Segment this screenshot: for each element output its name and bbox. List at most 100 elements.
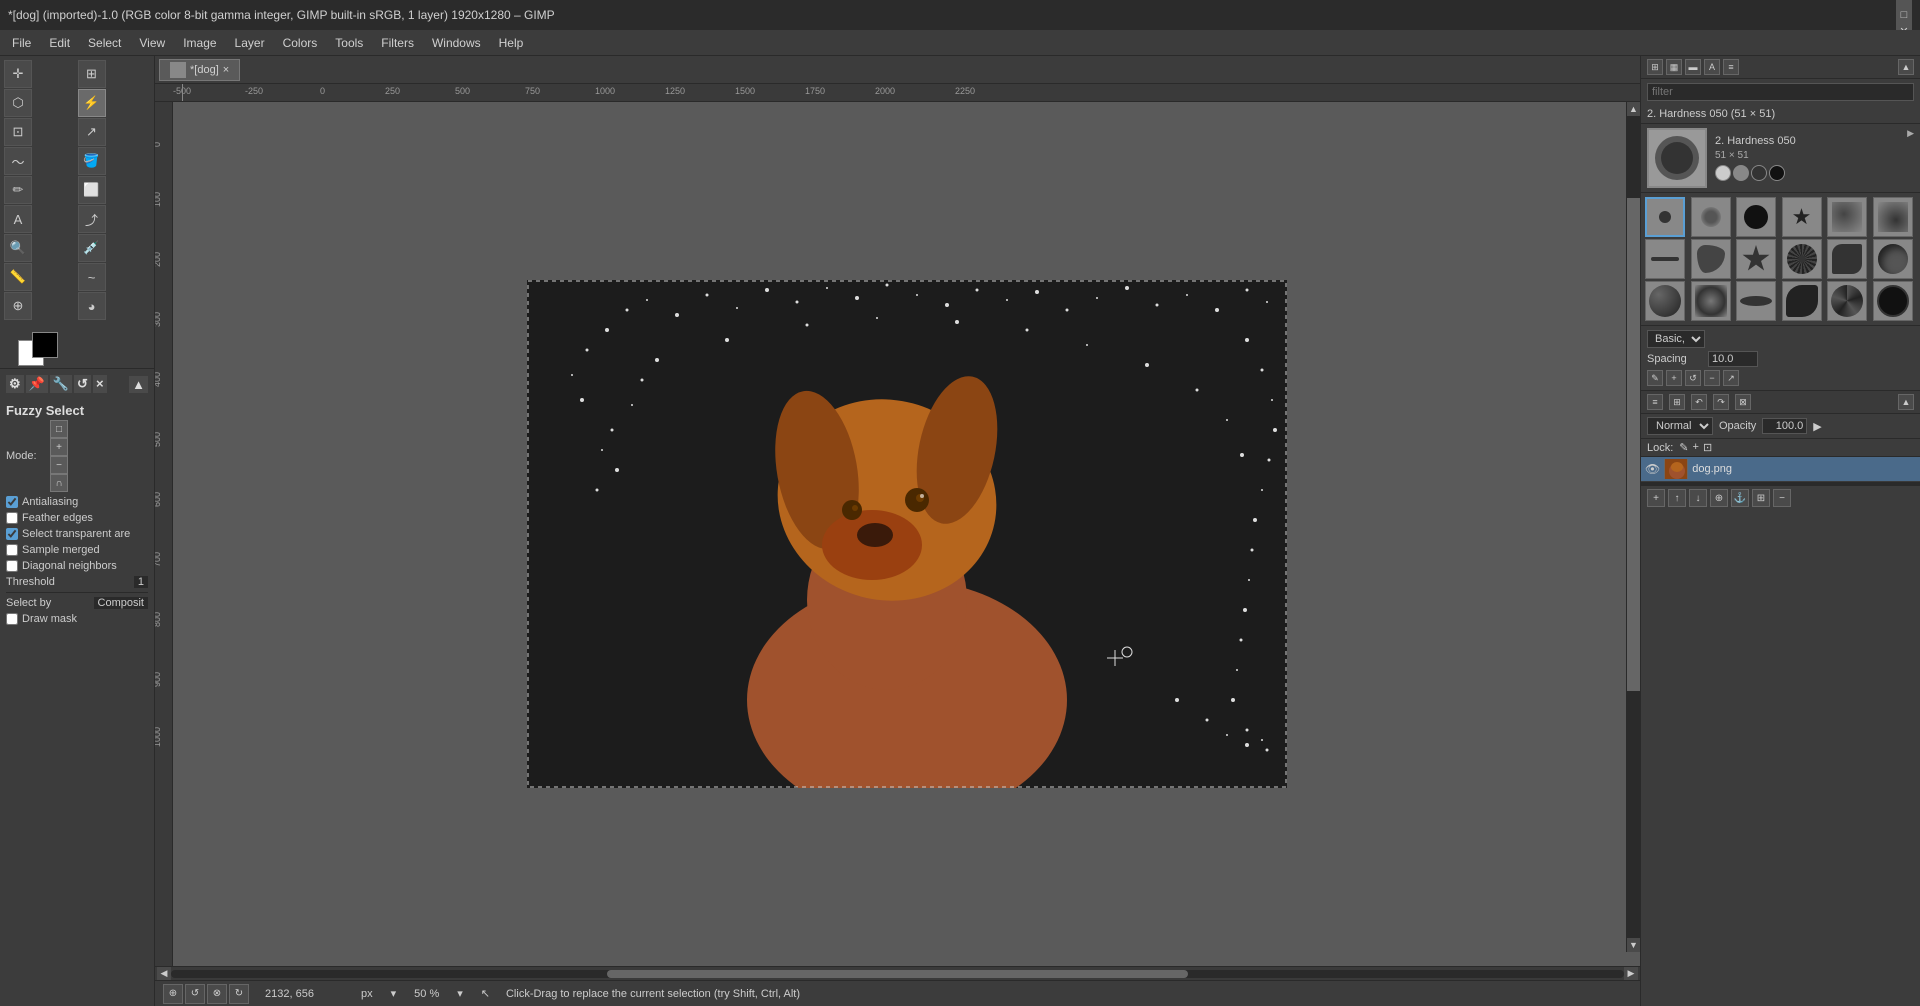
- opacity-input[interactable]: [1762, 418, 1807, 434]
- menu-help[interactable]: Help: [491, 34, 532, 52]
- tool-options-icon-3[interactable]: 🔧: [50, 375, 72, 393]
- layers-icon-1[interactable]: ≡: [1647, 394, 1663, 410]
- mode-intersect-button[interactable]: ∩: [50, 474, 68, 492]
- sample-merged-checkbox[interactable]: [6, 544, 18, 556]
- scrollbar-thumb-horizontal[interactable]: [607, 970, 1188, 978]
- brush-mini-4[interactable]: [1769, 165, 1785, 181]
- status-unit-dropdown[interactable]: ▾: [389, 987, 399, 1000]
- foreground-color-swatch[interactable]: [32, 332, 58, 358]
- menu-layer[interactable]: Layer: [227, 34, 273, 52]
- menu-filters[interactable]: Filters: [373, 34, 422, 52]
- brush-cell-1[interactable]: [1645, 197, 1685, 237]
- select-transparent-checkbox[interactable]: [6, 528, 18, 540]
- scroll-down-button[interactable]: ▼: [1627, 938, 1641, 952]
- dog-canvas-visual[interactable]: [527, 280, 1287, 788]
- raise-layer-button[interactable]: ↑: [1668, 489, 1686, 507]
- brush-preview-expand[interactable]: ▶: [1907, 128, 1914, 139]
- brush-cell-11[interactable]: [1827, 239, 1867, 279]
- brush-cell-15[interactable]: [1736, 281, 1776, 321]
- menu-tools[interactable]: Tools: [327, 34, 371, 52]
- fuzzy-select-tool[interactable]: ⚡: [78, 89, 106, 117]
- duplicate-layer-button[interactable]: ⊕: [1710, 489, 1728, 507]
- brush-cell-8[interactable]: [1691, 239, 1731, 279]
- brush-cell-10[interactable]: [1782, 239, 1822, 279]
- scroll-up-button[interactable]: ▲: [1627, 102, 1641, 116]
- scrollbar-track-vertical[interactable]: [1627, 116, 1640, 938]
- brush-cell-18[interactable]: [1873, 281, 1913, 321]
- move-tool[interactable]: ✛: [4, 60, 32, 88]
- status-nav-4[interactable]: ↻: [229, 984, 249, 1004]
- layers-mode-select[interactable]: Normal: [1647, 417, 1713, 435]
- zoom-tool[interactable]: 🔍: [4, 234, 32, 262]
- status-nav-3[interactable]: ⊗: [207, 984, 227, 1004]
- warp-tool[interactable]: 〜: [4, 147, 32, 175]
- lock-pixels-icon[interactable]: ✎: [1679, 441, 1688, 454]
- opacity-expand-icon[interactable]: ▶: [1813, 420, 1821, 433]
- smudge-tool[interactable]: ~: [78, 263, 106, 291]
- transform-tool[interactable]: ↗: [78, 118, 106, 146]
- eraser-tool[interactable]: ⬜: [78, 176, 106, 204]
- brush-cell-2[interactable]: [1691, 197, 1731, 237]
- antialiasing-checkbox[interactable]: [6, 496, 18, 508]
- anchor-layer-button[interactable]: ⚓: [1731, 489, 1749, 507]
- scroll-left-button[interactable]: ◀: [157, 967, 171, 981]
- lock-position-icon[interactable]: +: [1693, 441, 1699, 454]
- tab-close-icon[interactable]: ×: [223, 64, 229, 76]
- menu-select[interactable]: Select: [80, 34, 129, 52]
- panel-icon-settings[interactable]: ≡: [1723, 59, 1739, 75]
- scrollbar-horizontal[interactable]: ◀ ▶: [155, 966, 1640, 980]
- panel-collapse-button[interactable]: ▲: [1898, 59, 1914, 75]
- layers-icon-3[interactable]: ↶: [1691, 394, 1707, 410]
- tool-options-icon-2[interactable]: 📌: [26, 375, 48, 393]
- mode-subtract-button[interactable]: −: [50, 456, 68, 474]
- bucket-fill-tool[interactable]: 🪣: [78, 147, 106, 175]
- layer-visibility-toggle[interactable]: 👁: [1645, 462, 1660, 476]
- brush-cell-14[interactable]: [1691, 281, 1731, 321]
- lower-layer-button[interactable]: ↓: [1689, 489, 1707, 507]
- tool-options-icon-5[interactable]: ×: [93, 375, 107, 393]
- brush-basic-dropdown[interactable]: Basic,: [1647, 330, 1705, 348]
- panel-icon-patterns[interactable]: ▦: [1666, 59, 1682, 75]
- status-nav-1[interactable]: ⊕: [163, 984, 183, 1004]
- menu-view[interactable]: View: [131, 34, 173, 52]
- zoom-dropdown[interactable]: ▾: [455, 987, 465, 1000]
- canvas-tab[interactable]: *[dog] ×: [159, 59, 240, 81]
- menu-file[interactable]: File: [4, 34, 39, 52]
- select-by-value[interactable]: Composit: [94, 597, 148, 609]
- scroll-right-button[interactable]: ▶: [1624, 967, 1638, 981]
- dodge-burn-tool[interactable]: ◕: [78, 292, 106, 320]
- brush-cell-6[interactable]: [1873, 197, 1913, 237]
- maximize-button[interactable]: □: [1896, 7, 1912, 23]
- menu-windows[interactable]: Windows: [424, 34, 489, 52]
- layers-collapse[interactable]: ▲: [1898, 394, 1914, 410]
- feather-edges-checkbox[interactable]: [6, 512, 18, 524]
- pencil-tool[interactable]: ✏: [4, 176, 32, 204]
- panel-icon-fonts[interactable]: A: [1704, 59, 1720, 75]
- brush-cell-4[interactable]: ★: [1782, 197, 1822, 237]
- scrollbar-vertical[interactable]: ▲ ▼: [1626, 102, 1640, 952]
- brush-cell-9[interactable]: [1736, 239, 1776, 279]
- delete-layer-button[interactable]: −: [1773, 489, 1791, 507]
- brush-cell-7[interactable]: [1645, 239, 1685, 279]
- brush-cell-12[interactable]: [1873, 239, 1913, 279]
- scrollbar-thumb-vertical[interactable]: [1627, 198, 1640, 691]
- clone-tool[interactable]: ⊕: [4, 292, 32, 320]
- brush-cell-5[interactable]: [1827, 197, 1867, 237]
- eyedropper-tool[interactable]: 💉: [78, 234, 106, 262]
- brush-mini-1[interactable]: [1715, 165, 1731, 181]
- brush-cell-17[interactable]: [1827, 281, 1867, 321]
- spacing-input[interactable]: [1708, 351, 1758, 367]
- free-select-tool[interactable]: ⬡: [4, 89, 32, 117]
- layers-icon-2[interactable]: ⊞: [1669, 394, 1685, 410]
- brush-edit-icon[interactable]: ✎: [1647, 370, 1663, 386]
- layers-icon-4[interactable]: ↷: [1713, 394, 1729, 410]
- minimize-button[interactable]: ─: [1896, 0, 1912, 7]
- brush-cell-16[interactable]: [1782, 281, 1822, 321]
- canvas-viewport[interactable]: ▲ ▼: [173, 102, 1640, 966]
- brush-more-icon[interactable]: ↗: [1723, 370, 1739, 386]
- brush-refresh-icon[interactable]: ↺: [1685, 370, 1701, 386]
- panel-icon-gradients[interactable]: ▬: [1685, 59, 1701, 75]
- tool-options-icon-1[interactable]: ⚙: [6, 375, 24, 393]
- lock-alpha-icon[interactable]: ⊡: [1703, 441, 1712, 454]
- crop-tool[interactable]: ⊡: [4, 118, 32, 146]
